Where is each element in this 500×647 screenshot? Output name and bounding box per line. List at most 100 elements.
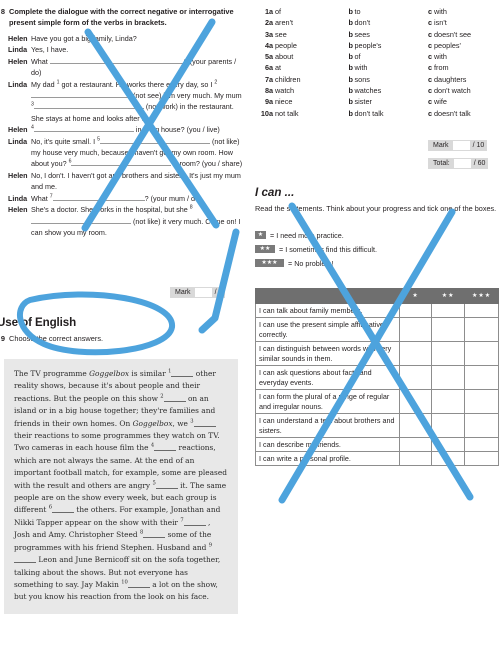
option-b[interactable]: b people's: [349, 40, 425, 51]
tick-cell-1[interactable]: [398, 303, 433, 318]
option-a[interactable]: a of: [269, 6, 345, 17]
tick-cell-2[interactable]: [431, 437, 466, 452]
tick-cell-2[interactable]: [431, 365, 466, 390]
answer-blank[interactable]: [33, 108, 144, 110]
tick-cell-3[interactable]: [464, 413, 499, 438]
option-c[interactable]: c doesn't talk: [428, 108, 500, 119]
total-label: Total:: [433, 160, 450, 167]
tick-cell-1[interactable]: [398, 451, 433, 466]
dialogue-speaker: Linda: [8, 45, 28, 55]
tick-cell-1[interactable]: [398, 389, 433, 414]
answer-blank[interactable]: [52, 199, 145, 201]
tick-cell-3[interactable]: [464, 389, 499, 414]
option-number: 7: [264, 74, 269, 84]
answer-blank[interactable]: [49, 62, 184, 64]
tick-cell-1[interactable]: [398, 437, 433, 452]
option-b[interactable]: b sister: [349, 96, 425, 107]
option-a-text: people: [275, 40, 297, 50]
option-c-text: from: [434, 63, 449, 73]
option-b[interactable]: b to: [349, 6, 425, 17]
answer-blank[interactable]: [14, 562, 36, 564]
option-c[interactable]: c wife: [428, 96, 500, 107]
answer-blank[interactable]: [52, 512, 75, 514]
option-a[interactable]: a niece: [269, 96, 345, 107]
tick-cell-1[interactable]: [398, 341, 433, 366]
total-input[interactable]: [453, 159, 471, 168]
tick-cell-3[interactable]: [464, 317, 499, 342]
tick-cell-1[interactable]: [398, 317, 433, 342]
answer-blank[interactable]: [154, 450, 177, 452]
tick-cell-2[interactable]: [431, 389, 466, 414]
option-c[interactable]: c with: [428, 6, 500, 17]
option-number: 2: [264, 18, 269, 28]
dialogue: Helen Have you got a big family, Linda? …: [0, 33, 246, 238]
answer-blank[interactable]: [193, 425, 216, 427]
total-box[interactable]: Total: / 60: [428, 158, 489, 169]
option-c[interactable]: c peoples': [428, 40, 500, 51]
answer-blank[interactable]: [33, 131, 134, 133]
tick-cell-3[interactable]: [464, 341, 499, 366]
option-b[interactable]: b don't: [349, 17, 425, 28]
option-a[interactable]: a at: [269, 62, 345, 73]
option-a[interactable]: a not talk: [269, 108, 345, 119]
tick-cell-3[interactable]: [464, 451, 499, 466]
tick-cell-3[interactable]: [464, 303, 499, 318]
option-c[interactable]: c from: [428, 62, 500, 73]
option-b[interactable]: b watches: [349, 85, 425, 96]
answer-blank[interactable]: [31, 97, 131, 99]
dialogue-speaker: Helen: [8, 125, 28, 135]
option-a[interactable]: a watch: [269, 85, 345, 96]
tick-cell-2[interactable]: [431, 451, 466, 466]
use-of-english-question: 9 Choose the correct answers.: [0, 334, 103, 343]
option-c[interactable]: c doesn't see: [428, 29, 500, 40]
option-b[interactable]: b sons: [349, 74, 425, 85]
tick-cell-1[interactable]: [398, 365, 433, 390]
dialogue-line: Linda What 7? (your mum / do): [0, 193, 246, 204]
total-denominator: / 60: [473, 160, 486, 167]
option-b[interactable]: b of: [349, 51, 425, 62]
option-c[interactable]: c don't watch: [428, 85, 500, 96]
option-c[interactable]: c isn't: [428, 17, 500, 28]
option-c[interactable]: c daughters: [428, 74, 500, 85]
tick-cell-2[interactable]: [431, 413, 466, 438]
table-row: I can understand a text about brothers a…: [255, 413, 499, 438]
option-a[interactable]: a see: [269, 29, 345, 40]
option-b[interactable]: b don't talk: [349, 108, 425, 119]
option-b[interactable]: b with: [349, 62, 425, 73]
dialogue-speaker: Helen: [8, 34, 28, 43]
tick-cell-3[interactable]: [464, 437, 499, 452]
mark-box-exercise-8[interactable]: Mark / 8: [170, 287, 226, 298]
answer-blank[interactable]: [171, 376, 194, 377]
table-header-row: ★ ★★ ★★★: [255, 288, 499, 304]
answer-blank[interactable]: [183, 524, 206, 526]
option-c-text: with: [434, 7, 447, 16]
dialogue-line: Helen She's a doctor. She works in the h…: [0, 204, 246, 238]
answer-blank[interactable]: [31, 222, 131, 224]
tick-cell-2[interactable]: [431, 317, 466, 342]
answer-blank[interactable]: [143, 537, 166, 539]
option-b-text: to: [354, 7, 361, 16]
answer-blank[interactable]: [71, 165, 172, 167]
dialogue-text: No, I don't. I haven't got any brothers …: [31, 170, 241, 192]
tick-cell-3[interactable]: [464, 365, 499, 390]
option-a[interactable]: a aren't: [269, 17, 345, 28]
mark-input[interactable]: [452, 141, 470, 150]
option-a[interactable]: a about: [269, 51, 345, 62]
statement-text: I can write a personal profile.: [255, 451, 400, 466]
tick-cell-1[interactable]: [398, 413, 433, 438]
option-a-text: aren't: [275, 18, 294, 28]
mark-input[interactable]: [194, 288, 212, 297]
answer-blank[interactable]: [155, 487, 178, 489]
option-a[interactable]: a people: [269, 40, 345, 51]
mark-box-exercise-9[interactable]: Mark / 10: [428, 140, 488, 151]
option-b[interactable]: b sees: [349, 29, 425, 40]
option-a-text: see: [275, 29, 287, 39]
tick-cell-2[interactable]: [431, 341, 466, 366]
answer-blank[interactable]: [163, 400, 186, 402]
answer-blank[interactable]: [99, 142, 210, 144]
option-c[interactable]: c with: [428, 51, 500, 62]
option-a[interactable]: a children: [269, 74, 345, 85]
i-can-heading: I can ...: [255, 186, 295, 199]
answer-blank[interactable]: [127, 586, 150, 588]
tick-cell-2[interactable]: [431, 303, 466, 318]
